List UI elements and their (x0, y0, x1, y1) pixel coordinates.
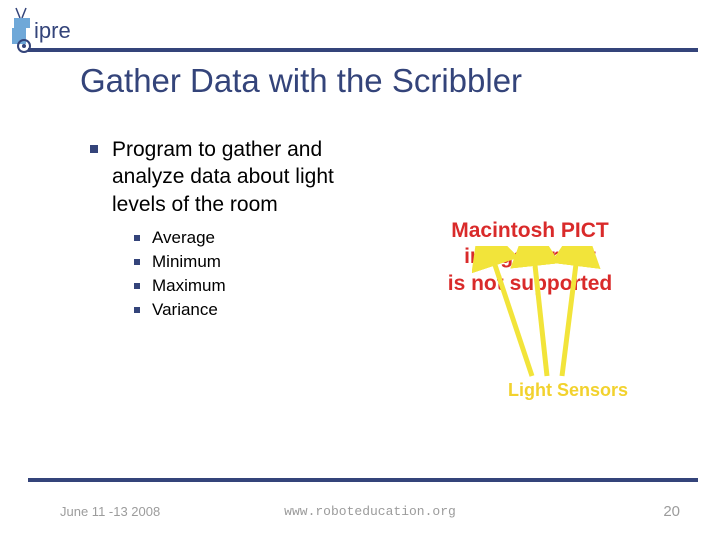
pict-line: Macintosh PICT (451, 219, 609, 242)
sub-bullet-text: Average (152, 228, 215, 248)
bullet-icon (134, 235, 140, 241)
arrow-annotations (472, 246, 632, 386)
sub-bullet-list: Average Minimum Maximum Variance (134, 228, 380, 320)
sub-bullet-text: Maximum (152, 276, 226, 296)
top-divider (28, 48, 698, 52)
sub-bullet-text: Minimum (152, 252, 221, 272)
sub-bullet-item: Minimum (134, 252, 380, 272)
sub-bullet-text: Variance (152, 300, 218, 320)
main-bullet-item: Program to gather and analyze data about… (90, 136, 380, 218)
sub-bullet-item: Average (134, 228, 380, 248)
footer-date: June 11 -13 2008 (60, 504, 160, 519)
footer-url: www.roboteducation.org (284, 504, 456, 519)
ipre-logo: ipre (10, 6, 88, 54)
bottom-divider (28, 478, 698, 482)
slide-title: Gather Data with the Scribbler (80, 62, 522, 100)
logo-text: ipre (34, 18, 71, 43)
content-area: Program to gather and analyze data about… (90, 136, 380, 324)
sub-bullet-item: Maximum (134, 276, 380, 296)
footer-page-number: 20 (663, 503, 680, 520)
footer: June 11 -13 2008 www.roboteducation.org … (60, 503, 680, 520)
main-bullet-text: Program to gather and analyze data about… (112, 136, 380, 218)
light-sensors-label: Light Sensors (508, 380, 628, 401)
sub-bullet-item: Variance (134, 300, 380, 320)
bullet-icon (134, 283, 140, 289)
bullet-icon (90, 145, 98, 153)
bullet-icon (134, 307, 140, 313)
bullet-icon (134, 259, 140, 265)
